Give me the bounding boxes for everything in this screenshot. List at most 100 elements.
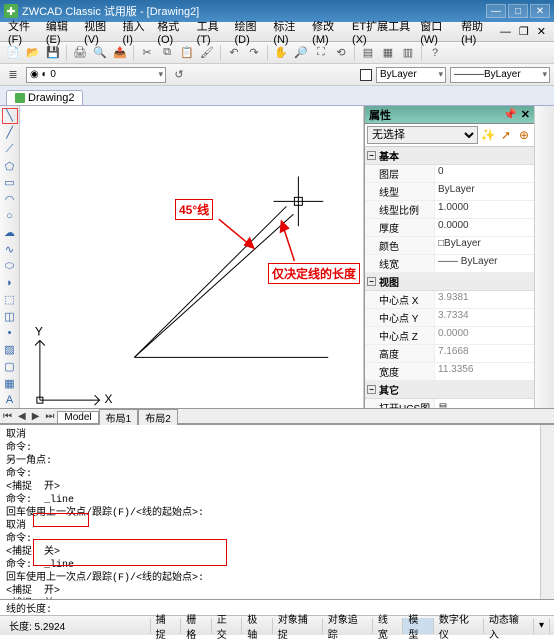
line-icon[interactable]: ╲ bbox=[2, 108, 18, 124]
menu-draw[interactable]: 绘图(D) bbox=[230, 18, 269, 46]
prop-row[interactable]: 图层0 bbox=[365, 165, 534, 183]
insert-block-icon[interactable]: ⬚ bbox=[2, 292, 18, 308]
prop-row[interactable]: 线型比例1.0000 bbox=[365, 201, 534, 219]
prop-row[interactable]: 厚度0.0000 bbox=[365, 219, 534, 237]
tab-model[interactable]: Model bbox=[57, 411, 98, 423]
menu-file[interactable]: 文件(F) bbox=[4, 18, 42, 46]
toggle-ortho[interactable]: 正交 bbox=[212, 618, 243, 634]
point-icon[interactable]: • bbox=[2, 325, 18, 341]
toggle-pickadd-icon[interactable]: ⊕ bbox=[516, 127, 532, 143]
zoom-prev-icon[interactable]: ⟲ bbox=[332, 44, 350, 62]
select-objects-icon[interactable]: ➚ bbox=[498, 127, 514, 143]
drawing-canvas[interactable]: X Y 45°线 仅决定线的长度 bbox=[20, 106, 364, 408]
toggle-tablet[interactable]: 数字化仪 bbox=[434, 618, 484, 634]
close-button[interactable]: ✕ bbox=[530, 4, 550, 18]
cut-icon[interactable]: ✂ bbox=[138, 44, 156, 62]
menu-et[interactable]: ET扩展工具(X) bbox=[348, 18, 416, 46]
tab-layout2[interactable]: 布局2 bbox=[138, 409, 178, 425]
tool-palettes-icon[interactable]: ▥ bbox=[399, 44, 417, 62]
prop-row[interactable]: 高度7.1668 bbox=[365, 345, 534, 363]
rectangle-icon[interactable]: ▭ bbox=[2, 175, 18, 191]
tab-drawing2[interactable]: Drawing2 bbox=[6, 90, 83, 105]
zoom-icon[interactable]: 🔎 bbox=[292, 44, 310, 62]
selection-combo[interactable]: 无选择 bbox=[367, 126, 478, 144]
prop-row[interactable]: 打开UCS图标是 bbox=[365, 399, 534, 408]
layer-combo[interactable]: ◉ ◐ 0 bbox=[26, 67, 166, 83]
command-scrollbar[interactable] bbox=[540, 425, 554, 599]
prop-row[interactable]: 颜色□ByLayer bbox=[365, 237, 534, 255]
make-block-icon[interactable]: ◫ bbox=[2, 309, 18, 325]
menu-help[interactable]: 帮助(H) bbox=[457, 18, 496, 46]
toggle-grid[interactable]: 栅格 bbox=[181, 618, 212, 634]
color-swatch[interactable] bbox=[360, 69, 372, 81]
copy-icon[interactable]: ⧉ bbox=[158, 44, 176, 62]
toggle-lwt[interactable]: 线宽 bbox=[373, 618, 404, 634]
revcloud-icon[interactable]: ☁ bbox=[2, 225, 18, 241]
circle-icon[interactable]: ○ bbox=[2, 208, 18, 224]
table-icon[interactable]: ▦ bbox=[2, 376, 18, 392]
linetype-combo[interactable]: ——— ByLayer bbox=[450, 67, 550, 83]
prop-row[interactable]: 线宽—— ByLayer bbox=[365, 255, 534, 273]
menu-edit[interactable]: 编辑(E) bbox=[42, 18, 80, 46]
menu-modify[interactable]: 修改(M) bbox=[308, 18, 348, 46]
coord-readout[interactable]: 长度: 5.2924 bbox=[4, 618, 151, 634]
prop-category[interactable]: −基本 bbox=[365, 147, 534, 165]
prop-category[interactable]: −其它 bbox=[365, 381, 534, 399]
arc-icon[interactable]: ◠ bbox=[2, 192, 18, 208]
menu-format[interactable]: 格式(O) bbox=[153, 18, 192, 46]
region-icon[interactable]: ▢ bbox=[2, 359, 18, 375]
menu-window[interactable]: 窗口(W) bbox=[416, 18, 457, 46]
xline-icon[interactable]: ╱ bbox=[2, 125, 18, 141]
save-icon[interactable]: 💾 bbox=[44, 44, 62, 62]
prop-row[interactable]: 中心点 Y3.7334 bbox=[365, 309, 534, 327]
publish-icon[interactable]: 📤 bbox=[111, 44, 129, 62]
preview-icon[interactable]: 🔍 bbox=[91, 44, 109, 62]
minimize-button[interactable]: — bbox=[486, 4, 506, 18]
zoom-window-icon[interactable]: ⛶ bbox=[312, 44, 330, 62]
new-icon[interactable]: 📄 bbox=[4, 44, 22, 62]
menu-view[interactable]: 视图(V) bbox=[80, 18, 118, 46]
toggle-model[interactable]: 模型 bbox=[403, 618, 434, 634]
match-icon[interactable]: 🖌 bbox=[198, 44, 216, 62]
panel-close-icon[interactable]: ✕ bbox=[521, 108, 530, 121]
command-line[interactable]: 线的长度: bbox=[0, 599, 554, 615]
tab-nav-prev[interactable]: ◀ bbox=[15, 411, 29, 422]
menu-insert[interactable]: 插入(I) bbox=[119, 18, 154, 46]
mdi-minimize-button[interactable]: — bbox=[496, 26, 515, 38]
ellipse-arc-icon[interactable]: ◗ bbox=[2, 275, 18, 291]
properties-icon[interactable]: ▤ bbox=[359, 44, 377, 62]
pan-icon[interactable]: ✋ bbox=[272, 44, 290, 62]
maximize-button[interactable]: □ bbox=[508, 4, 528, 18]
tab-nav-last[interactable]: ⏭ bbox=[42, 411, 57, 422]
tab-nav-next[interactable]: ▶ bbox=[29, 411, 43, 422]
prop-row[interactable]: 中心点 X3.9381 bbox=[365, 291, 534, 309]
polygon-icon[interactable]: ⬠ bbox=[2, 158, 18, 174]
tab-layout1[interactable]: 布局1 bbox=[99, 409, 139, 425]
prop-row[interactable]: 中心点 Z0.0000 bbox=[365, 327, 534, 345]
pushpin-icon[interactable]: 📌 bbox=[503, 108, 517, 121]
print-icon[interactable]: 🖨 bbox=[71, 44, 89, 62]
toggle-osnap[interactable]: 对象捕捉 bbox=[273, 618, 323, 634]
redo-icon[interactable]: ↷ bbox=[245, 44, 263, 62]
layers-icon[interactable]: ≣ bbox=[4, 66, 22, 84]
color-combo[interactable]: ByLayer bbox=[376, 67, 446, 83]
prop-category[interactable]: −视图 bbox=[365, 273, 534, 291]
menu-dimension[interactable]: 标注(N) bbox=[269, 18, 308, 46]
help-icon[interactable]: ? bbox=[426, 44, 444, 62]
paste-icon[interactable]: 📋 bbox=[178, 44, 196, 62]
prop-row[interactable]: 宽度11.3356 bbox=[365, 363, 534, 381]
ellipse-icon[interactable]: ⬭ bbox=[2, 259, 18, 275]
tab-nav-first[interactable]: ⏮ bbox=[0, 411, 15, 422]
menu-tools[interactable]: 工具(T) bbox=[193, 18, 231, 46]
status-arrow-icon[interactable]: ▾ bbox=[534, 618, 550, 634]
prop-row[interactable]: 线型ByLayer bbox=[365, 183, 534, 201]
hatch-icon[interactable]: ▨ bbox=[2, 342, 18, 358]
toggle-otrack[interactable]: 对象追踪 bbox=[323, 618, 373, 634]
toggle-dyn[interactable]: 动态输入 bbox=[484, 618, 534, 634]
toggle-snap[interactable]: 捕捉 bbox=[151, 618, 182, 634]
spline-icon[interactable]: ∿ bbox=[2, 242, 18, 258]
design-center-icon[interactable]: ▦ bbox=[379, 44, 397, 62]
mdi-close-button[interactable]: ✕ bbox=[533, 25, 550, 38]
undo-icon[interactable]: ↶ bbox=[225, 44, 243, 62]
mtext-icon[interactable]: A bbox=[2, 392, 18, 408]
